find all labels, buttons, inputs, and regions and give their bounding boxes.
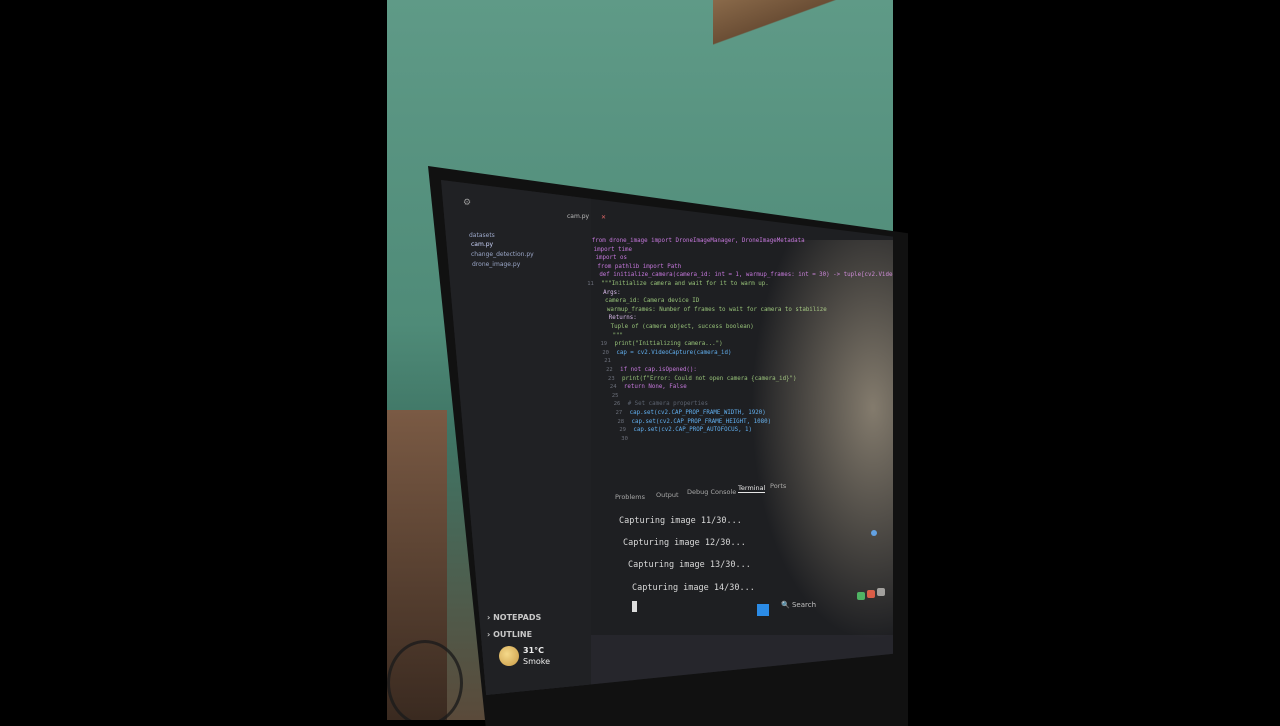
explorer-item-drone-image[interactable]: drone_image.py <box>472 261 520 268</box>
code-line[interactable]: print(f"Error: Could not open camera {ca… <box>622 376 797 382</box>
line-number: 23 <box>608 375 615 382</box>
laptop-screen: ⚙ datasets cam.py change_detection.py dr… <box>441 180 893 695</box>
terminal-line: Capturing image 11/30... <box>619 516 742 526</box>
wall-trim <box>713 0 893 60</box>
tab-problems[interactable]: Problems <box>615 493 645 501</box>
code-line[interactable]: """ <box>613 333 623 339</box>
code-line[interactable]: def initialize_camera(camera_id: int = 1… <box>599 272 893 278</box>
tray-app-icon[interactable] <box>877 588 885 596</box>
cable <box>387 640 463 720</box>
tray-app-icon[interactable] <box>857 592 865 600</box>
code-line[interactable]: warmup_frames: Number of frames to wait … <box>607 307 827 313</box>
notepads-label: NOTEPADS <box>493 613 542 622</box>
code-line[interactable]: Tuple of (camera object, success boolean… <box>611 324 754 330</box>
explorer-item-datasets[interactable]: datasets <box>469 232 495 239</box>
line-number: 11 <box>587 281 594 287</box>
code-line[interactable]: cap.set(cv2.CAP_PROP_FRAME_WIDTH, 1920) <box>630 410 766 416</box>
tab-ports[interactable]: Ports <box>770 482 786 490</box>
taskbar-search[interactable]: 🔍 Search <box>781 601 816 609</box>
line-number: 25 <box>611 392 619 399</box>
line-number: 26 <box>613 401 621 408</box>
line-number: 30 <box>621 435 628 442</box>
code-line[interactable]: if not cap.isOpened(): <box>620 367 697 373</box>
code-line[interactable]: """Initialize camera and wait for it to … <box>601 281 769 287</box>
weather-description[interactable]: Smoke <box>523 657 550 666</box>
code-line[interactable]: camera_id: Camera device ID <box>605 298 699 304</box>
code-line[interactable]: cap = cv2.VideoCapture(camera_id) <box>616 350 731 356</box>
line-number: 20 <box>602 349 609 356</box>
terminal-line: Capturing image 14/30... <box>632 583 755 593</box>
weather-temperature[interactable]: 31°C <box>523 646 544 655</box>
code-line[interactable]: Args: <box>603 290 620 296</box>
line-number: 19 <box>600 341 608 348</box>
editor-tab-cam[interactable]: cam.py <box>567 213 589 220</box>
code-line[interactable]: print("Initializing camera...") <box>614 341 722 347</box>
code-line[interactable]: import os <box>596 255 627 261</box>
notepads-section[interactable]: › NOTEPADS <box>487 613 541 622</box>
code-line[interactable]: import time <box>594 247 632 253</box>
line-number: 28 <box>617 418 625 425</box>
explorer-item-change-detection[interactable]: change_detection.py <box>471 251 534 258</box>
explorer-item-cam[interactable]: cam.py <box>471 241 493 248</box>
line-number: 29 <box>619 427 626 434</box>
search-label: Search <box>791 601 817 609</box>
status-dot <box>871 530 877 536</box>
code-line[interactable]: cap.set(cv2.CAP_PROP_AUTOFOCUS, 1) <box>633 427 752 433</box>
settings-icon[interactable]: ⚙ <box>463 198 471 208</box>
outline-section[interactable]: › OUTLINE <box>487 630 532 639</box>
terminal-cursor[interactable] <box>632 601 637 612</box>
tab-terminal[interactable]: Terminal <box>738 484 766 493</box>
terminal-line: Capturing image 12/30... <box>623 538 746 548</box>
code-line[interactable]: return None, False <box>624 384 687 390</box>
line-number: 22 <box>606 367 613 373</box>
close-icon[interactable]: ✕ <box>601 214 606 221</box>
code-line[interactable]: from drone_image import DroneImageManage… <box>592 238 805 244</box>
code-line[interactable]: cap.set(cv2.CAP_PROP_FRAME_HEIGHT, 1080) <box>631 419 771 425</box>
terminal-line: Capturing image 13/30... <box>628 560 751 570</box>
windows-start-icon[interactable] <box>757 604 769 616</box>
tray-app-icon[interactable] <box>867 590 875 598</box>
line-number: 27 <box>615 410 623 416</box>
tab-debug-console[interactable]: Debug Console <box>687 488 736 496</box>
line-number: 21 <box>604 358 611 365</box>
code-line[interactable]: # Set camera properties <box>628 401 708 407</box>
outline-label: OUTLINE <box>493 630 533 639</box>
weather-icon[interactable] <box>499 646 519 666</box>
code-line[interactable]: Returns: <box>609 315 637 321</box>
line-number: 24 <box>609 384 617 391</box>
code-line[interactable]: from pathlib import Path <box>597 264 681 270</box>
tab-output[interactable]: Output <box>656 491 679 499</box>
